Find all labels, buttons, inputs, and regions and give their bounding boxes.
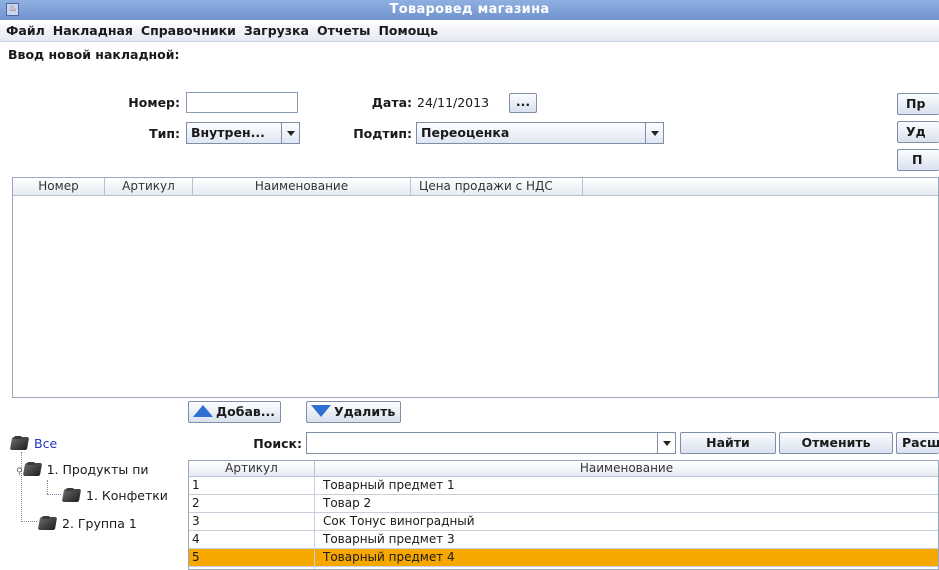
tree-node-products-label: 1. Продукты пи bbox=[46, 462, 149, 477]
menu-bar: Файл Накладная Справочники Загрузка Отчеты По… bbox=[0, 20, 939, 42]
cell-name: Товарный предмет 4 bbox=[323, 550, 455, 564]
delete-button-label: Удалить bbox=[334, 404, 396, 419]
date-label: Дата: bbox=[371, 95, 412, 110]
date-picker-button[interactable]: ... bbox=[509, 93, 537, 113]
window-title: Товаровед магазина bbox=[389, 2, 550, 17]
folder-icon bbox=[10, 436, 30, 451]
type-value: Внутрен... bbox=[191, 125, 265, 140]
table-row-selected[interactable]: 5 Товарный предмет 4 bbox=[189, 549, 938, 567]
column-header-name[interactable]: Наименование bbox=[315, 461, 938, 477]
column-header-article[interactable]: Артикул bbox=[105, 178, 193, 196]
type-combo[interactable]: Внутрен... bbox=[186, 122, 300, 144]
tree-connector bbox=[47, 494, 61, 495]
tree-node-all-label: Все bbox=[34, 436, 58, 451]
tree-node-all[interactable]: Все bbox=[10, 436, 57, 451]
tree-node-group1[interactable]: 2. Группа 1 bbox=[38, 516, 137, 531]
column-header-price[interactable]: Цена продажи с НДС bbox=[411, 178, 583, 196]
add-button[interactable]: Добав... bbox=[188, 401, 282, 423]
cell-article: 5 bbox=[189, 549, 315, 567]
table-row[interactable]: 1 Товарный предмет 1 bbox=[189, 477, 938, 495]
cell-article: 3 bbox=[189, 513, 315, 531]
folder-icon bbox=[62, 488, 82, 503]
number-label: Номер: bbox=[128, 95, 180, 110]
subtype-label: Подтип: bbox=[353, 126, 412, 141]
table-row[interactable]: 4 Товарный предмет 3 bbox=[189, 531, 938, 549]
date-value[interactable]: 24/11/2013 bbox=[417, 95, 489, 110]
tree-connector bbox=[21, 521, 37, 522]
cell-name: Товар 2 bbox=[323, 496, 372, 510]
folder-icon bbox=[23, 462, 43, 477]
extended-search-button[interactable]: Расш bbox=[896, 432, 939, 454]
products-table-header: Артикул Наименование bbox=[189, 461, 938, 477]
cancel-search-button[interactable]: Отменить bbox=[779, 432, 893, 454]
folder-icon bbox=[38, 516, 58, 531]
cell-name: Товарный предмет 1 bbox=[323, 478, 455, 492]
cell-name: Товарный предмет 3 bbox=[323, 532, 455, 546]
side-button-2[interactable]: Уд bbox=[897, 121, 939, 143]
chevron-down-icon[interactable] bbox=[645, 123, 663, 143]
side-button-1[interactable]: Пр bbox=[897, 93, 939, 115]
column-header-number[interactable]: Номер bbox=[13, 178, 105, 196]
expand-icon[interactable]: ⚲ bbox=[16, 467, 23, 477]
table-row[interactable]: 3 Сок Тонус виноградный bbox=[189, 513, 938, 531]
invoice-lines-table[interactable]: Номер Артикул Наименование Цена продажи … bbox=[12, 177, 939, 398]
number-field[interactable] bbox=[186, 92, 298, 113]
arrow-down-icon bbox=[311, 405, 331, 417]
column-header-article[interactable]: Артикул bbox=[189, 461, 315, 477]
title-bar: ♨ Товаровед магазина bbox=[0, 0, 939, 20]
side-button-3[interactable]: П bbox=[897, 149, 939, 171]
chevron-down-icon[interactable] bbox=[281, 123, 299, 143]
menu-invoice[interactable]: Накладная bbox=[49, 20, 137, 38]
add-button-label: Добав... bbox=[216, 404, 276, 419]
cell-article: 1 bbox=[189, 477, 315, 495]
tree-connector bbox=[47, 480, 48, 494]
menu-directories[interactable]: Справочники bbox=[137, 20, 240, 38]
type-label: Тип: bbox=[149, 126, 180, 141]
menu-load[interactable]: Загрузка bbox=[240, 20, 313, 38]
menu-help[interactable]: Помощь bbox=[374, 20, 442, 38]
invoice-table-header: Номер Артикул Наименование Цена продажи … bbox=[13, 178, 938, 196]
search-label: Поиск: bbox=[253, 436, 302, 451]
products-table[interactable]: Артикул Наименование 1 Товарный предмет … bbox=[188, 460, 939, 570]
table-row[interactable]: 2 Товар 2 bbox=[189, 495, 938, 513]
find-button[interactable]: Найти bbox=[680, 432, 776, 454]
menu-file[interactable]: Файл bbox=[0, 20, 49, 38]
tree-node-candies-label: 1. Конфетки bbox=[86, 488, 168, 503]
subtype-value: Переоценка bbox=[421, 125, 510, 140]
cell-article: 4 bbox=[189, 531, 315, 549]
chevron-down-icon[interactable] bbox=[657, 433, 675, 453]
column-header-name[interactable]: Наименование bbox=[193, 178, 411, 196]
search-combo[interactable] bbox=[306, 432, 676, 454]
category-tree[interactable]: Все ⚲ 1. Продукты пи 1. Конфетки 2. Групп… bbox=[10, 430, 182, 558]
cell-name: Сок Тонус виноградный bbox=[323, 514, 475, 528]
cell-article: 2 bbox=[189, 495, 315, 513]
tree-node-products[interactable]: ⚲ 1. Продукты пи bbox=[16, 462, 182, 477]
arrow-up-icon bbox=[193, 405, 213, 417]
section-title: Ввод новой накладной: bbox=[8, 47, 180, 62]
tree-node-group1-label: 2. Группа 1 bbox=[62, 516, 137, 531]
tree-node-candies[interactable]: 1. Конфетки bbox=[62, 488, 182, 503]
subtype-combo[interactable]: Переоценка bbox=[416, 122, 664, 144]
menu-reports[interactable]: Отчеты bbox=[313, 20, 374, 38]
delete-button[interactable]: Удалить bbox=[306, 401, 402, 423]
